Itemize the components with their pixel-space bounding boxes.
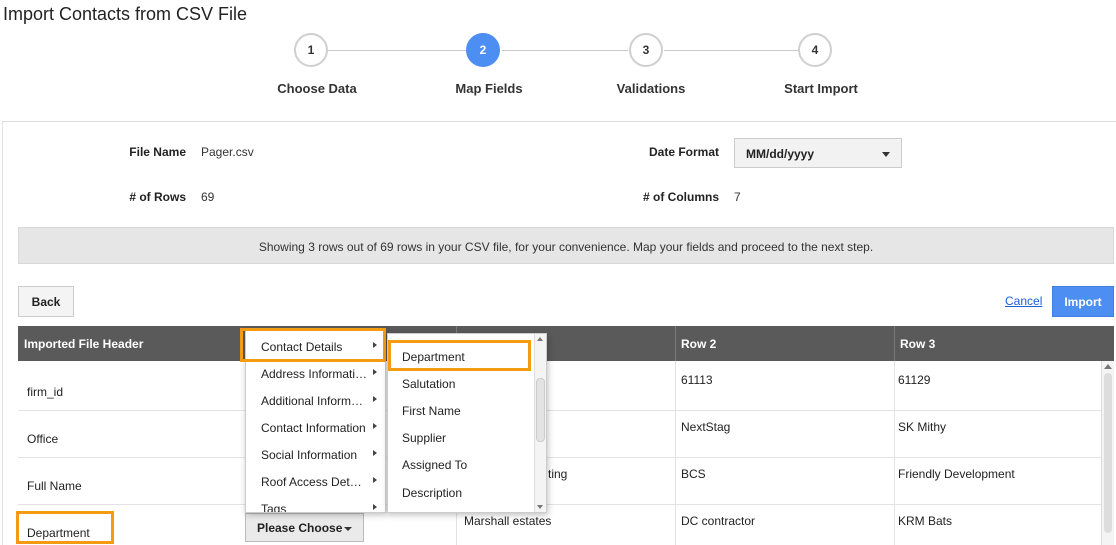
submenu-item-supplier[interactable]: Supplier xyxy=(388,423,546,450)
chevron-right-icon xyxy=(373,423,377,429)
date-format-label: Date Format xyxy=(648,145,719,159)
submenu-item-salutation[interactable]: Salutation xyxy=(388,369,546,396)
back-button[interactable]: Back xyxy=(18,286,74,317)
scrollbar-thumb[interactable] xyxy=(536,378,545,442)
field-mapping-select[interactable]: Please Choose xyxy=(245,513,364,542)
menu-item-contact-information[interactable]: Contact Information xyxy=(246,413,385,440)
row-divider xyxy=(18,504,1101,505)
step-3-circle[interactable]: 3 xyxy=(629,33,663,67)
scroll-up-icon xyxy=(1104,364,1112,369)
row-2-cell: DC contractor xyxy=(681,514,756,528)
row-3-cell: Friendly Development xyxy=(898,467,1015,481)
step-1-label: Choose Data xyxy=(277,81,357,96)
submenu-scrollbar[interactable] xyxy=(534,334,546,512)
column-divider xyxy=(894,361,895,545)
cancel-link[interactable]: Cancel xyxy=(1005,294,1042,308)
contact-details-highlight xyxy=(240,328,386,362)
step-2-label: Map Fields xyxy=(455,81,523,96)
scroll-down-icon xyxy=(537,505,543,509)
row-2-cell: BCS xyxy=(681,467,706,481)
chevron-down-icon xyxy=(344,527,352,531)
department-option-highlight xyxy=(388,340,531,371)
date-format-value: MM/dd/yyyy xyxy=(746,147,815,161)
menu-item-label: Additional Inform… xyxy=(261,394,364,408)
scrollbar-thumb[interactable] xyxy=(1104,373,1112,533)
step-4-circle[interactable]: 4 xyxy=(798,33,832,67)
step-3-label: Validations xyxy=(616,81,686,96)
menu-item-label: Social Information xyxy=(261,448,358,462)
date-format-select[interactable]: MM/dd/yyyy xyxy=(734,138,902,168)
header-divider xyxy=(675,326,676,361)
header-divider xyxy=(894,326,895,361)
columns-label: # of Columns xyxy=(642,190,719,204)
column-divider xyxy=(675,361,676,545)
menu-item-label: Address Informati… xyxy=(261,367,368,381)
row-3-cell: SK Mithy xyxy=(898,420,947,434)
chevron-right-icon xyxy=(373,477,377,483)
row-3-cell: KRM Bats xyxy=(898,514,953,528)
columns-value: 7 xyxy=(734,190,741,204)
scroll-up-icon xyxy=(537,337,543,341)
menu-item-additional-information[interactable]: Additional Inform… xyxy=(246,386,385,413)
rows-label: # of Rows xyxy=(129,190,186,204)
menu-item-label: Tags xyxy=(261,502,287,513)
chevron-right-icon xyxy=(373,396,377,402)
menu-item-roof-access-details[interactable]: Roof Access Det… xyxy=(246,467,385,494)
step-2-circle[interactable]: 2 xyxy=(466,33,500,67)
import-button[interactable]: Import xyxy=(1052,286,1114,317)
menu-item-social-information[interactable]: Social Information xyxy=(246,440,385,467)
menu-item-label: Roof Access Det… xyxy=(261,475,362,489)
submenu-item-assigned-to[interactable]: Assigned To xyxy=(388,450,546,477)
submenu-item-first-name[interactable]: First Name xyxy=(388,396,546,423)
chevron-right-icon xyxy=(373,369,377,375)
step-4-label: Start Import xyxy=(784,81,858,96)
info-notice: Showing 3 rows out of 69 rows in your CS… xyxy=(18,227,1114,264)
chevron-down-icon xyxy=(882,152,890,157)
row-2-cell: NextStag xyxy=(681,420,731,434)
menu-item-address-information[interactable]: Address Informati… xyxy=(246,359,385,386)
page-title: Import Contacts from CSV File xyxy=(3,4,248,24)
row-1-cell: Marshall estates xyxy=(464,514,552,528)
rows-value: 69 xyxy=(201,190,215,204)
row-divider xyxy=(18,457,1101,458)
menu-item-label: Contact Information xyxy=(261,421,366,435)
row-3-cell: 61129 xyxy=(898,373,931,387)
imported-header-cell: firm_id xyxy=(27,385,64,399)
field-mapping-select-label: Please Choose xyxy=(257,521,343,535)
imported-header-cell: Office xyxy=(27,432,59,446)
chevron-right-icon xyxy=(373,504,377,510)
stepper-connector xyxy=(502,50,628,51)
row-1-cell: ting xyxy=(548,467,568,481)
column-header-row-3: Row 3 xyxy=(900,337,936,351)
file-name-value: Pager.csv xyxy=(201,145,254,159)
chevron-right-icon xyxy=(373,450,377,456)
stepper-connector xyxy=(328,50,466,51)
file-name-label: File Name xyxy=(129,145,186,159)
step-1-circle[interactable]: 1 xyxy=(294,33,328,67)
menu-item-tags[interactable]: Tags xyxy=(246,494,385,513)
stepper-connector xyxy=(664,50,798,51)
row-2-cell: 61113 xyxy=(681,373,713,387)
row-divider xyxy=(18,410,1101,411)
table-scrollbar[interactable] xyxy=(1101,361,1114,545)
department-header-highlight xyxy=(16,511,114,544)
column-header-row-2: Row 2 xyxy=(681,337,717,351)
submenu-item-description[interactable]: Description xyxy=(388,478,546,505)
imported-header-cell: Full Name xyxy=(27,479,82,493)
column-header-imported: Imported File Header xyxy=(24,337,144,351)
